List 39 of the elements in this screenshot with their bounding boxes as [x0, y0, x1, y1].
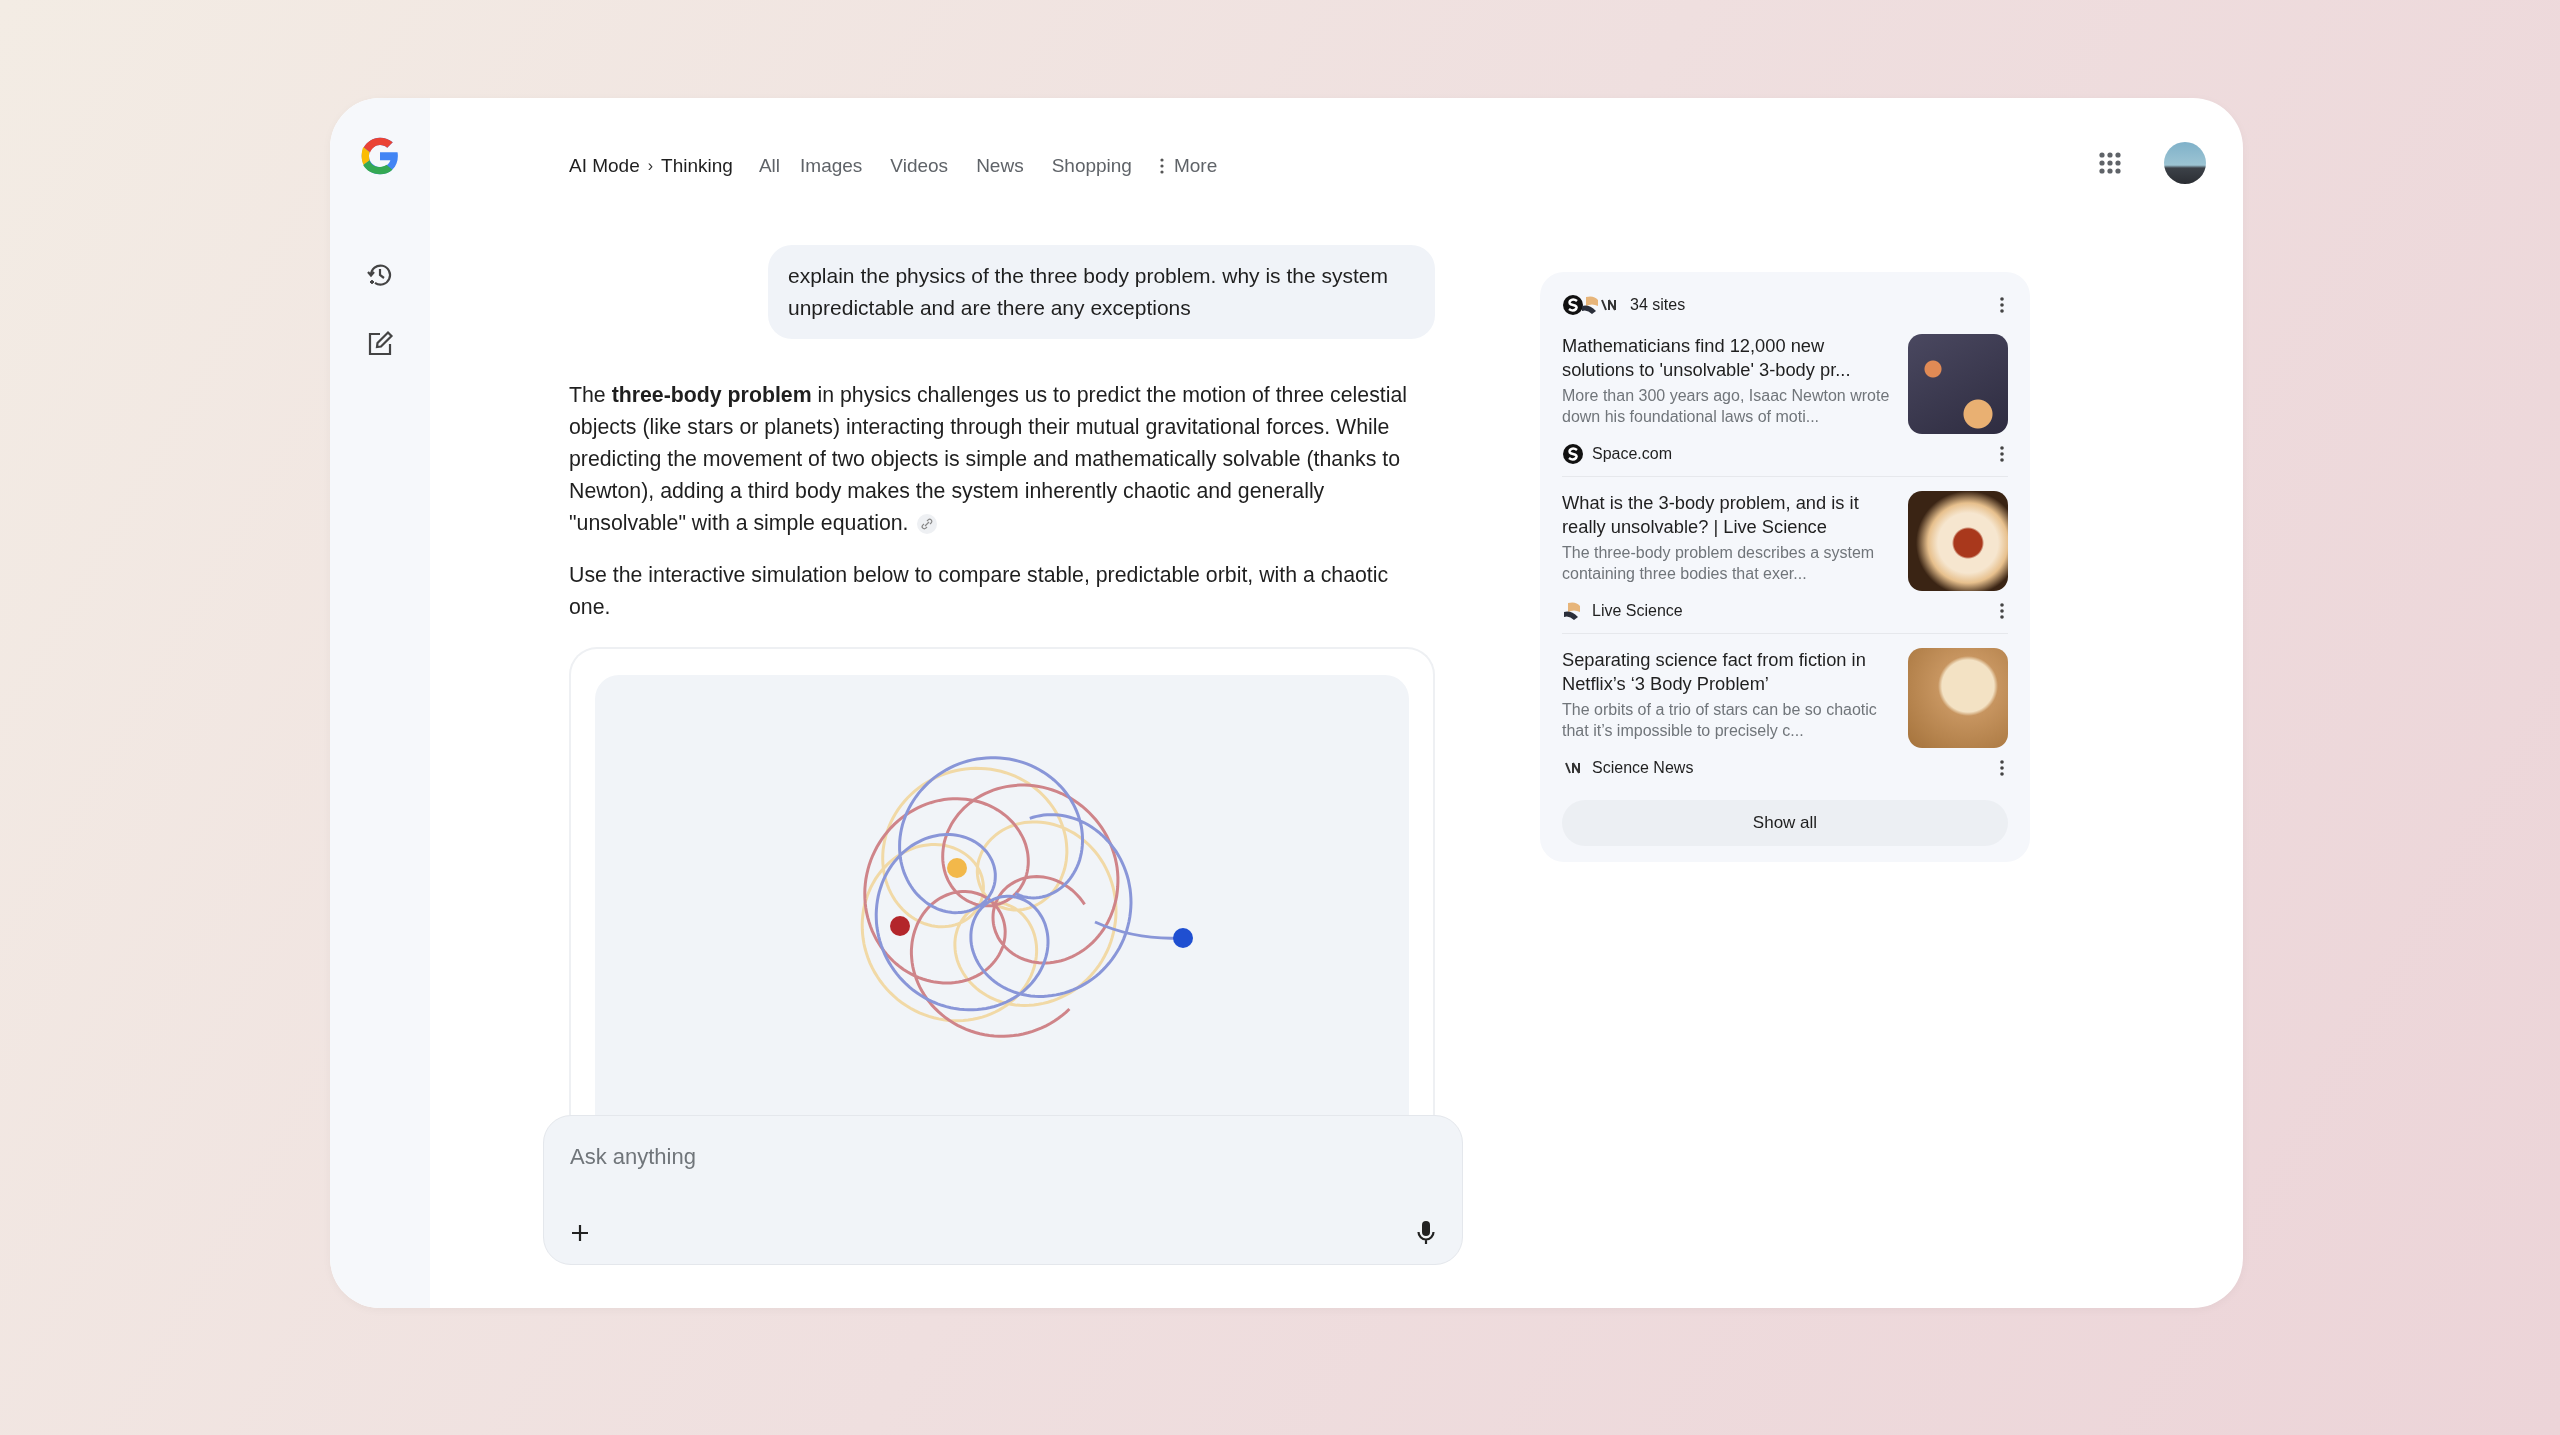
source-site-name: Science News: [1592, 759, 1694, 777]
search-tab[interactable]: All: [758, 155, 787, 177]
more-vertical-icon: [2000, 760, 2004, 776]
avatar[interactable]: [2164, 142, 2206, 184]
show-all-button[interactable]: Show all: [1562, 800, 2008, 846]
site-logo-icon: [1562, 443, 1584, 465]
search-tab[interactable]: Shopping: [1037, 155, 1146, 177]
source-title-link[interactable]: Separating science fact from fiction in Netflix’s ‘3 Body Problem’: [1562, 648, 1894, 696]
answer-paragraph: The three-body problem in physics challenges us to predict the motion of three celestial objects (like stars or planets) interacting through their mutual gravitational forces. While predicting the movement of two objects is simple and mathematically solvable (thanks to Newton), adding a third body makes the system inherently chaotic and generally "unsolvable" with a simple equation.: [569, 382, 1409, 537]
more-vertical-icon: [2000, 603, 2004, 619]
site-logo-icon: [1562, 294, 1584, 316]
microphone-button[interactable]: [1416, 1220, 1436, 1246]
add-button[interactable]: [570, 1223, 590, 1243]
user-query: explain the physics of the three body problem. why is the system unpredictable and are there any exceptions: [768, 245, 1435, 339]
search-tab[interactable]: News: [962, 155, 1038, 177]
edit-icon[interactable]: [366, 330, 394, 358]
breadcrumb-separator: ›: [647, 157, 654, 175]
plus-icon: [570, 1223, 590, 1243]
sites-count: 34 sites: [1630, 296, 1686, 314]
source-snippet: More than 300 years ago, Isaac Newton wrote down his foundational laws of moti...: [1562, 386, 1891, 427]
link-icon[interactable]: [916, 514, 937, 535]
source-snippet: The three-body problem describes a system containing three bodies that exer...: [1562, 543, 1876, 584]
search-tab[interactable]: More: [1145, 155, 1232, 177]
source-title-link[interactable]: Mathematicians find 12,000 new solutions to 'unsolvable' 3-body pr...: [1562, 334, 1894, 382]
microphone-icon: [1416, 1220, 1436, 1246]
source-title-link[interactable]: What is the 3-body problem, and is it really unsolvable? | Live Science: [1562, 491, 1894, 539]
breadcrumb-current: Thinking: [661, 155, 733, 177]
more-vertical-icon: [2000, 297, 2004, 313]
more-vertical-icon: [2000, 446, 2004, 462]
source-snippet: The orbits of a trio of stars can be so chaotic that it’s impossible to precisely c...: [1562, 700, 1878, 741]
search-tab[interactable]: Images: [786, 155, 877, 177]
ask-input-field[interactable]: Ask anything: [570, 1144, 1436, 1170]
breadcrumb-link[interactable]: AI Mode: [569, 155, 640, 177]
apps-grid-icon[interactable]: [2099, 152, 2121, 174]
more-icon: [1159, 158, 1164, 174]
source-site-name: Space.com: [1592, 445, 1673, 463]
source-site-name: Live Science: [1592, 602, 1683, 620]
search-tab[interactable]: Videos: [876, 155, 963, 177]
answer-paragraph: Use the interactive simulation below to compare stable, predictable orbit, with a chaotic one.: [569, 562, 1390, 621]
